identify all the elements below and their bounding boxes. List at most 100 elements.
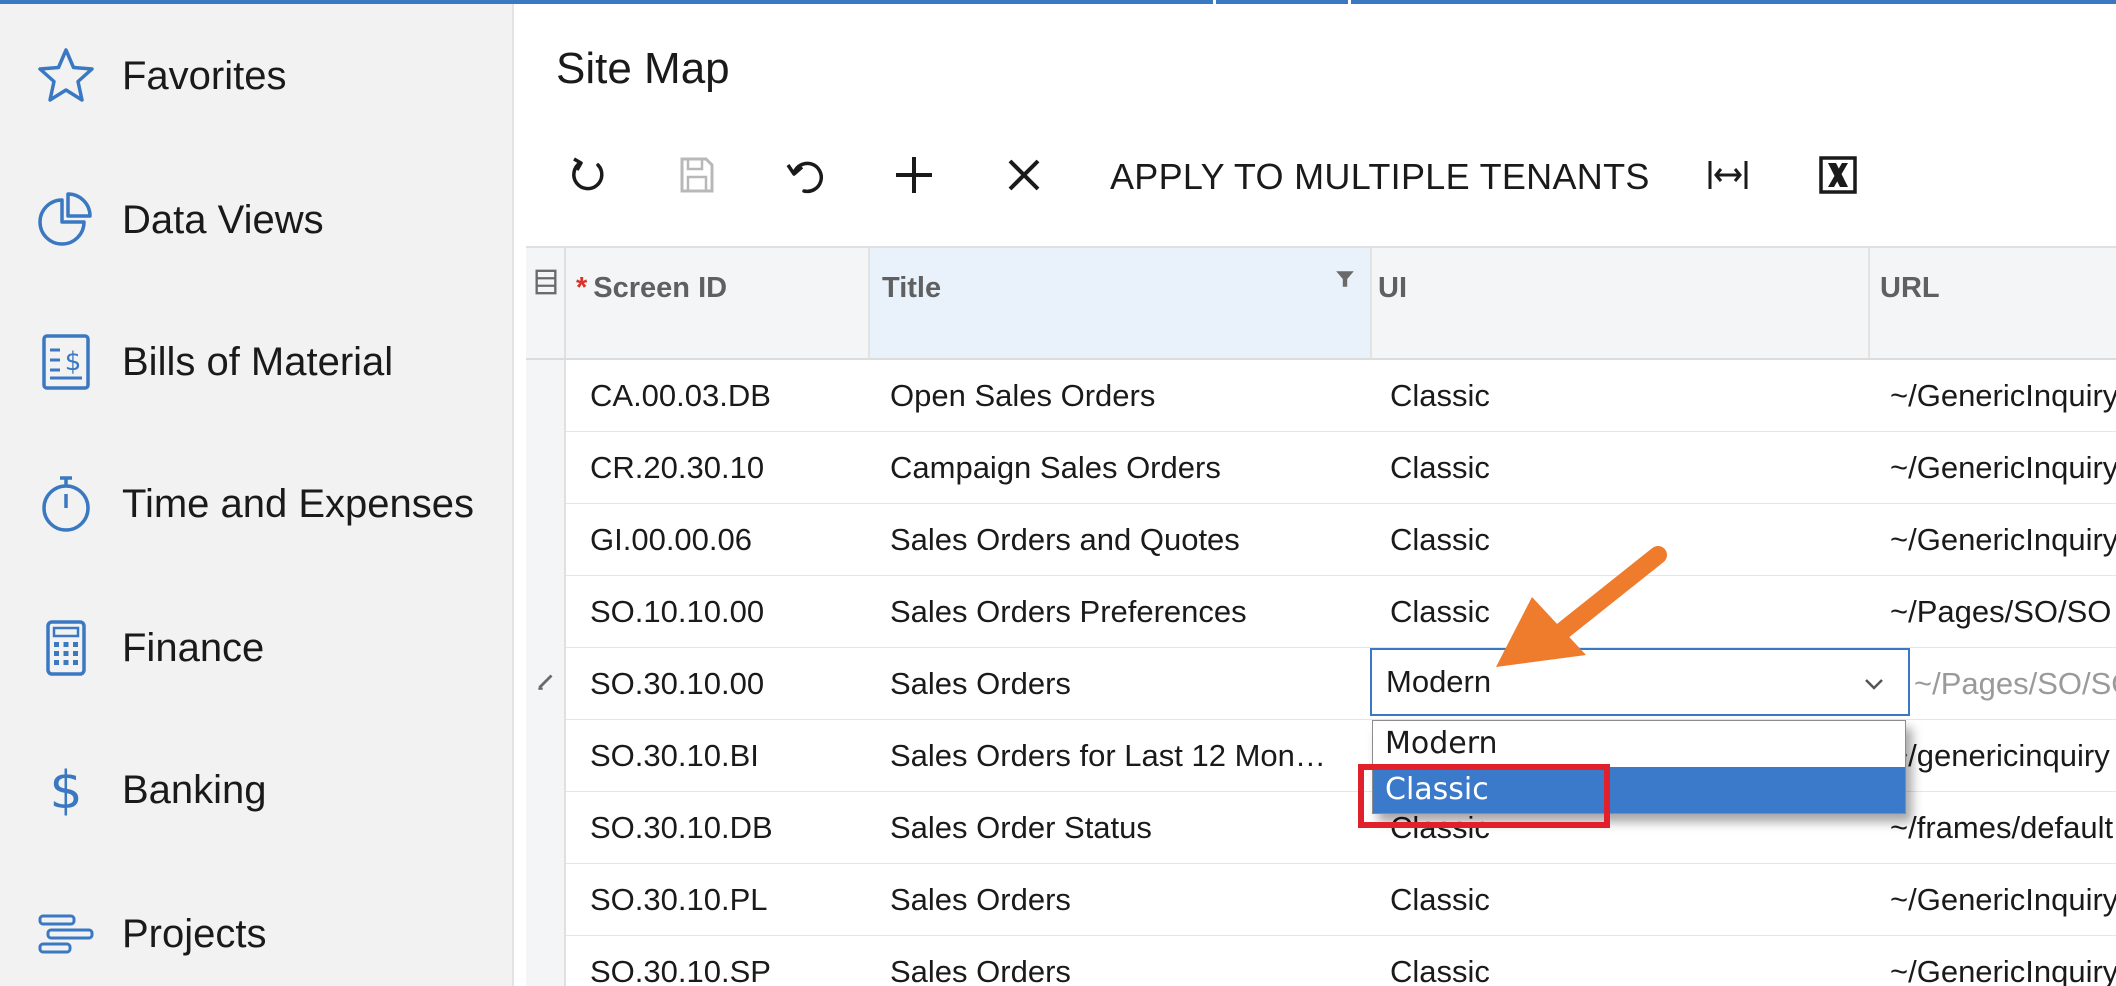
cell-screen-id[interactable]: SO.30.10.PL xyxy=(590,864,860,936)
row-selector[interactable] xyxy=(526,576,566,648)
edit-pencil-icon xyxy=(538,674,553,690)
cell-url[interactable]: ~/GenericInquiry xyxy=(1890,504,2116,576)
column-header-ui[interactable]: UI xyxy=(1378,248,1878,358)
column-header-label: UI xyxy=(1378,272,1407,304)
delete-button[interactable] xyxy=(994,142,1054,212)
sidebar-item-data-views[interactable]: Data Views xyxy=(0,170,512,270)
cell-url[interactable]: ~/GenericInquiry xyxy=(1890,936,2116,986)
cell-screen-id[interactable]: CR.20.30.10 xyxy=(590,432,860,504)
fit-columns-icon xyxy=(1706,153,1750,202)
sidebar-item-bills-of-material[interactable]: $ Bills of Material xyxy=(0,312,512,412)
sidebar-item-time-and-expenses[interactable]: Time and Expenses xyxy=(0,454,512,554)
cell-url[interactable]: ~/Pages/SO/SO xyxy=(1914,648,2116,720)
sidebar-item-favorites[interactable]: Favorites xyxy=(0,26,512,126)
refresh-icon xyxy=(566,153,610,202)
gantt-icon xyxy=(34,902,98,966)
add-icon xyxy=(892,153,936,202)
cell-screen-id[interactable]: SO.10.10.00 xyxy=(590,576,860,648)
apply-to-multiple-tenants-button[interactable]: APPLY TO MULTIPLE TENANTS xyxy=(1110,142,1650,212)
column-header-title[interactable]: Title xyxy=(870,248,1370,358)
row-selector[interactable] xyxy=(526,792,566,864)
apply-button-label: APPLY TO MULTIPLE TENANTS xyxy=(1110,156,1650,197)
sidebar: Favorites Data Views $ Bills of Material… xyxy=(0,4,514,986)
cell-ui[interactable]: Classic xyxy=(1390,864,1860,936)
filter-icon[interactable] xyxy=(1334,268,1356,290)
cell-title[interactable]: Sales Orders xyxy=(890,864,1360,936)
table-row[interactable]: SO.10.10.00 Sales Orders Preferences Cla… xyxy=(526,576,2116,648)
table-row[interactable]: CA.00.03.DB Open Sales Orders Classic ~/… xyxy=(526,360,2116,432)
pie-chart-icon xyxy=(34,188,98,252)
save-button[interactable] xyxy=(666,142,726,212)
cell-title[interactable]: Sales Orders xyxy=(890,648,1360,720)
table-row[interactable]: SO.30.10.SP Sales Orders Classic ~/Gener… xyxy=(526,936,2116,986)
cell-ui[interactable]: Classic xyxy=(1390,360,1860,432)
cell-url[interactable]: ~/GenericInquiry xyxy=(1890,360,2116,432)
top-bar-divider xyxy=(1213,0,1216,4)
svg-text:$: $ xyxy=(65,347,82,377)
cell-ui[interactable]: Classic xyxy=(1390,432,1860,504)
column-header-screen-id[interactable]: * Screen ID xyxy=(576,248,876,358)
cell-screen-id[interactable]: GI.00.00.06 xyxy=(590,504,860,576)
dollar-icon: $ xyxy=(34,758,98,822)
table-row[interactable]: GI.00.00.06 Sales Orders and Quotes Clas… xyxy=(526,504,2116,576)
column-divider[interactable] xyxy=(1868,248,1870,358)
cell-url[interactable]: ~/frames/default xyxy=(1890,792,2116,864)
site-map-grid: * Screen ID Title UI URL CA.00.03.DB Open… xyxy=(526,246,2116,986)
required-marker: * xyxy=(576,272,588,304)
undo-button[interactable] xyxy=(774,142,834,212)
calculator-icon xyxy=(34,616,98,680)
export-excel-button[interactable] xyxy=(1808,142,1868,212)
cell-screen-id[interactable]: SO.30.10.00 xyxy=(590,648,860,720)
cell-screen-id[interactable]: CA.00.03.DB xyxy=(590,360,860,432)
sidebar-item-label: Projects xyxy=(122,911,267,956)
cell-url[interactable]: ~/GenericInquiry xyxy=(1890,864,2116,936)
table-row[interactable]: SO.30.10.PL Sales Orders Classic ~/Gener… xyxy=(526,864,2116,936)
row-selector[interactable] xyxy=(526,648,566,720)
column-header-label: Screen ID xyxy=(593,272,728,304)
grid-header: * Screen ID Title UI URL xyxy=(526,248,2116,360)
cell-screen-id[interactable]: SO.30.10.BI xyxy=(590,720,860,792)
fit-columns-button[interactable] xyxy=(1698,142,1758,212)
chevron-down-icon[interactable] xyxy=(1860,670,1888,698)
column-header-label: URL xyxy=(1880,272,1940,304)
ui-select-value: Modern xyxy=(1386,664,1492,699)
row-selector[interactable] xyxy=(526,864,566,936)
row-selector[interactable] xyxy=(526,936,566,986)
row-selector[interactable] xyxy=(526,360,566,432)
star-icon xyxy=(34,44,98,108)
refresh-button[interactable] xyxy=(558,142,618,212)
table-row[interactable]: CR.20.30.10 Campaign Sales Orders Classi… xyxy=(526,432,2116,504)
annotation-arrow-icon xyxy=(1496,546,1667,667)
sidebar-item-label: Banking xyxy=(122,767,267,812)
bill-dollar-icon: $ xyxy=(34,330,98,394)
cell-url[interactable]: ~/GenericInquiry xyxy=(1890,432,2116,504)
cell-title[interactable]: Sales Orders and Quotes xyxy=(890,504,1360,576)
cell-title[interactable]: Sales Orders for Last 12 Mon… xyxy=(890,720,1360,792)
cell-screen-id[interactable]: SO.30.10.SP xyxy=(590,936,860,986)
column-header-label: Title xyxy=(882,272,942,304)
top-bar-divider xyxy=(1348,0,1351,4)
sidebar-item-finance[interactable]: Finance xyxy=(0,598,512,698)
stopwatch-icon xyxy=(34,472,98,536)
sidebar-item-banking[interactable]: $ Banking xyxy=(0,740,512,840)
cell-title[interactable]: Open Sales Orders xyxy=(890,360,1360,432)
column-header-url[interactable]: URL xyxy=(1880,248,2116,358)
cell-title[interactable]: Sales Order Status xyxy=(890,792,1360,864)
ui-option-modern[interactable]: Modern xyxy=(1373,721,1905,767)
column-divider[interactable] xyxy=(1370,248,1372,358)
cell-title[interactable]: Campaign Sales Orders xyxy=(890,432,1360,504)
cell-screen-id[interactable]: SO.30.10.DB xyxy=(590,792,860,864)
row-selector-header[interactable] xyxy=(526,248,566,358)
cell-title[interactable]: Sales Orders Preferences xyxy=(890,576,1360,648)
row-selector[interactable] xyxy=(526,720,566,792)
add-button[interactable] xyxy=(884,142,944,212)
cell-url[interactable]: ~/Pages/SO/SO xyxy=(1890,576,2116,648)
cell-title[interactable]: Sales Orders xyxy=(890,936,1360,986)
sidebar-item-label: Data Views xyxy=(122,197,324,242)
row-selector[interactable] xyxy=(526,432,566,504)
row-selector[interactable] xyxy=(526,504,566,576)
sidebar-item-label: Favorites xyxy=(122,53,287,98)
cell-ui[interactable]: Classic xyxy=(1390,936,1860,986)
cell-url[interactable]: ~/genericinquiry xyxy=(1890,720,2116,792)
sidebar-item-projects[interactable]: Projects xyxy=(0,884,512,984)
